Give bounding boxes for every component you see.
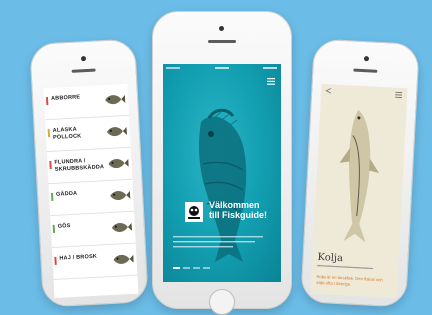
- list-item[interactable]: ALASKA POLLOCK: [45, 115, 131, 153]
- page-indicator[interactable]: [173, 267, 213, 270]
- list-item[interactable]: GÄDDA: [48, 179, 135, 217]
- speaker-grille: [353, 68, 378, 73]
- category-marker: [52, 224, 56, 233]
- category-marker: [49, 160, 52, 170]
- speaker-grille: [71, 68, 96, 73]
- list-item[interactable]: HAJ / BROSK: [51, 243, 138, 281]
- fish-title: Kolja: [317, 251, 344, 265]
- fish-description-link[interactable]: Kolja är en torskfisk. Den fiskas och sä…: [316, 274, 391, 290]
- list-item[interactable]: ABBORRE: [43, 83, 130, 121]
- fish-list: ABBORRE ALASKA POLLOCK FLUNDRA / SKRUBBSKÄ…: [43, 83, 138, 281]
- welcome-screen: Välkommen till Fiskguide!: [163, 64, 281, 282]
- fish-name: ABBORRE: [50, 94, 81, 102]
- front-camera: [363, 56, 370, 62]
- list-item[interactable]: GÖS: [50, 211, 136, 249]
- welcome-line-2: till Fiskguide!: [209, 210, 268, 220]
- category-marker: [47, 128, 51, 138]
- fish-list-screen: ABBORRE ALASKA POLLOCK FLUNDRA / SKRUBBSKÄ…: [43, 83, 139, 298]
- back-icon[interactable]: [325, 88, 333, 94]
- wwf-logo: [185, 202, 203, 222]
- haddock-fish-illustration: [339, 109, 380, 243]
- front-camera: [219, 26, 224, 31]
- fish-thumbnail: [113, 254, 134, 264]
- home-button[interactable]: [209, 289, 235, 315]
- fish-thumbnail: [105, 95, 126, 105]
- category-marker: [54, 256, 57, 265]
- fish-name: ALASKA POLLOCK: [52, 126, 82, 141]
- fish-name: FLUNDRA / SKRUBBSKÄDDA: [54, 158, 105, 173]
- fish-thumbnail: [106, 126, 128, 137]
- fish-name: GÄDDA: [55, 190, 78, 198]
- welcome-heading: Välkommen till Fiskguide!: [209, 200, 267, 220]
- fish-name: HAJ / BROSK: [59, 253, 98, 262]
- phone-left: ABBORRE ALASKA POLLOCK FLUNDRA / SKRUBBSKÄ…: [29, 38, 149, 308]
- front-camera: [80, 56, 87, 62]
- phone-right: Kolja Kolja är en torskfisk. Den fiskas …: [300, 38, 420, 308]
- phone-center: Välkommen till Fiskguide!: [152, 11, 292, 315]
- category-marker: [45, 97, 49, 106]
- speaker-grille: [208, 40, 236, 43]
- fish-detail-screen: Kolja Kolja är en torskfisk. Den fiskas …: [310, 83, 408, 299]
- intro-text-lines: [173, 236, 263, 248]
- fish-thumbnail: [111, 222, 133, 232]
- fish-thumbnail: [110, 190, 131, 200]
- category-marker: [50, 192, 54, 202]
- welcome-line-1: Välkommen: [209, 200, 260, 210]
- list-item[interactable]: FLUNDRA / SKRUBBSKÄDDA: [46, 147, 133, 185]
- fish-thumbnail: [108, 158, 129, 169]
- fish-subtitle-lines: [317, 264, 374, 270]
- menu-icon[interactable]: [394, 91, 403, 99]
- fish-name: GÖS: [57, 223, 71, 230]
